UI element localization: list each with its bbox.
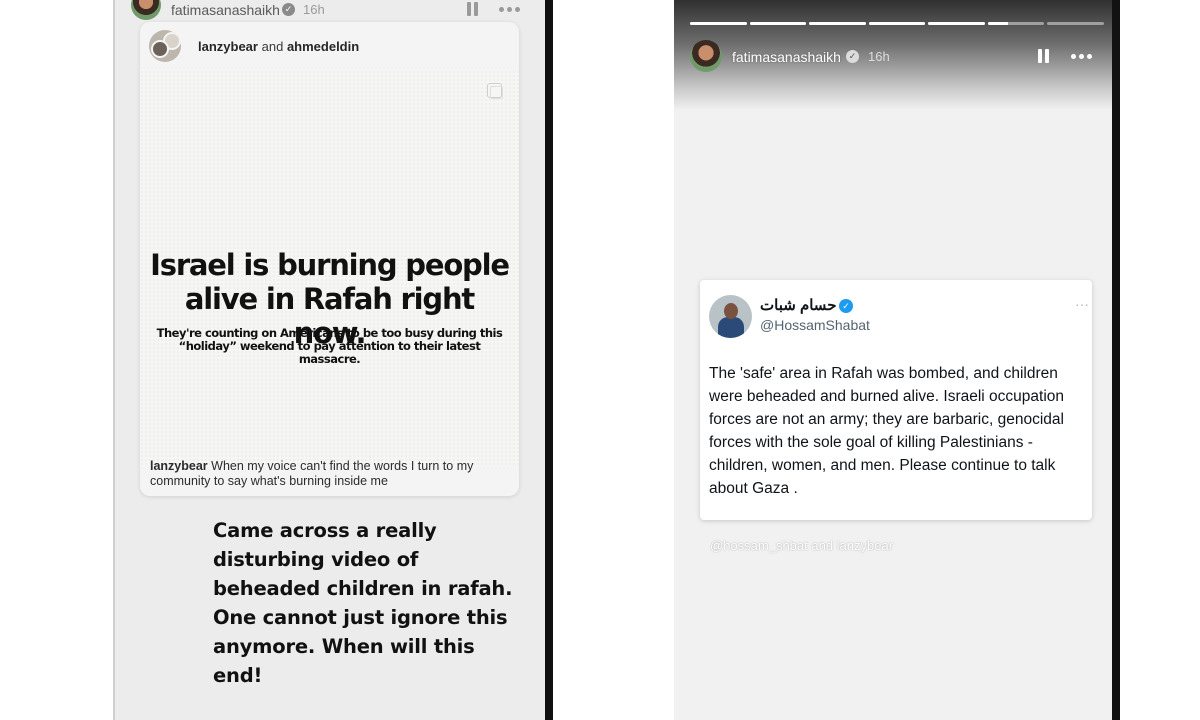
pause-icon[interactable] [467, 2, 478, 16]
shared-post-image[interactable]: Israel is burning people alive in Rafah … [140, 70, 519, 466]
pause-icon[interactable] [1038, 49, 1049, 63]
verified-badge-icon: ✓ [282, 3, 295, 16]
profile-avatar[interactable] [690, 40, 722, 72]
post-caption: lanzybear When my voice can't find the w… [150, 459, 510, 489]
progress-segment [690, 22, 747, 25]
collab-user-1[interactable]: lanzybear [198, 39, 258, 54]
collab-joiner: and [261, 39, 284, 54]
collab-avatar[interactable] [149, 30, 181, 62]
story-time: 16h [868, 49, 890, 64]
progress-segment [928, 22, 985, 25]
multiple-posts-icon [487, 83, 503, 99]
story-username[interactable]: fatimasanashaikh [732, 49, 841, 65]
progress-segment [749, 22, 807, 25]
tweet-display-name: حسام شبات [760, 297, 837, 314]
progress-segment [809, 22, 866, 25]
story-time: 16h [303, 2, 325, 17]
left-story-header: fatimasanashaikh ✓ 16h [113, 0, 545, 22]
left-story-divider [545, 0, 553, 720]
blue-verified-check-icon: ✓ [839, 299, 853, 313]
shared-post-header: lanzybear and ahmedeldin [140, 22, 519, 70]
more-options-icon[interactable] [1071, 54, 1093, 60]
more-options-icon[interactable] [499, 7, 521, 13]
mention-tags[interactable]: @hossam_shbat and lanzybear [710, 538, 893, 553]
verified-badge-icon: ✓ [846, 50, 859, 63]
tweet-handle: @HossamShabat [760, 317, 870, 333]
story-progress-bar [690, 22, 1105, 25]
caption-username[interactable]: lanzybear [150, 459, 208, 473]
left-story-border [113, 0, 115, 720]
story-username[interactable]: fatimasanashaikh [171, 2, 280, 18]
story-overlay-text: Came across a really disturbing video of… [213, 519, 513, 687]
tweet-more-icon: ··· [1075, 296, 1089, 312]
post-subline: They're counting on Americans to be too … [156, 326, 503, 366]
right-story-divider [1112, 0, 1120, 720]
profile-avatar[interactable] [131, 0, 161, 20]
progress-segment [868, 22, 926, 25]
tweet-avatar[interactable] [709, 295, 752, 338]
collab-user-2[interactable]: ahmedeldin [287, 39, 359, 54]
tweet-text: The 'safe' area in Rafah was bombed, and… [709, 365, 1065, 497]
screenshot-canvas: fatimasanashaikh ✓ 16h lanzybear and ahm… [0, 0, 1200, 720]
shared-post-card[interactable]: lanzybear and ahmedeldin Israel is burni… [140, 22, 519, 496]
collab-names[interactable]: lanzybear and ahmedeldin [198, 39, 359, 54]
progress-segment [987, 22, 1045, 25]
tweet-screenshot-card[interactable]: حسام شبات ✓ @HossamShabat ··· The 'safe'… [700, 280, 1092, 520]
progress-segment [1047, 22, 1105, 25]
